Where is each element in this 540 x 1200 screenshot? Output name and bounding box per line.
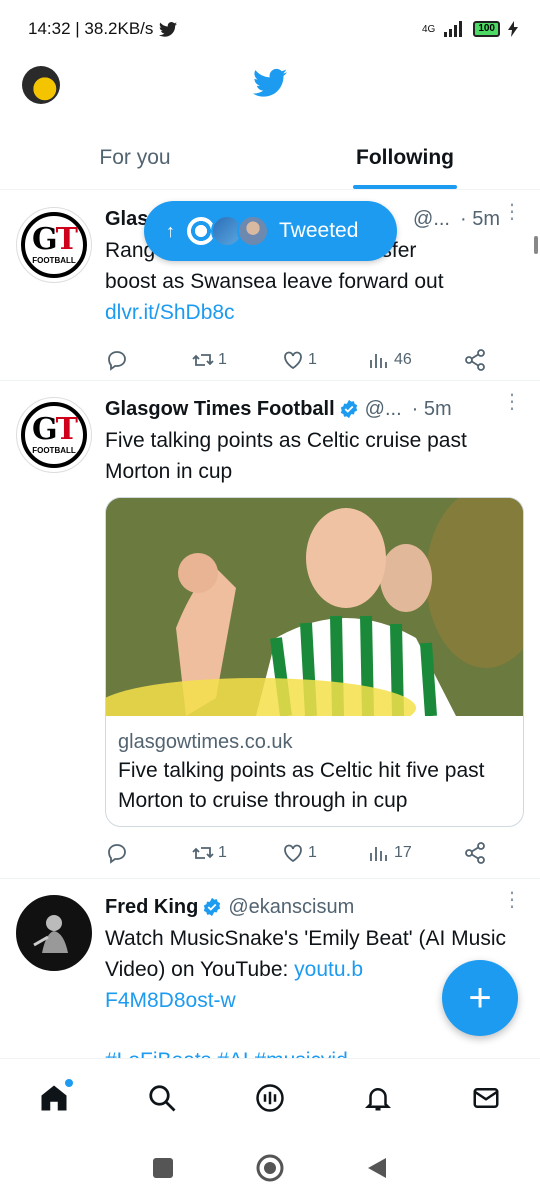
views-button[interactable]: 46: [367, 348, 463, 372]
views-count: 17: [394, 844, 412, 861]
notification-dot: [65, 1078, 73, 1087]
messages-icon: [473, 1087, 499, 1108]
pill-avatar: [237, 215, 269, 247]
reply-button[interactable]: [105, 348, 191, 372]
tweet-avatar[interactable]: GT FOOTBALL: [16, 397, 92, 473]
search-icon: [149, 1084, 176, 1111]
plus-icon: +: [468, 975, 492, 1020]
tweet-link[interactable]: youtu.b: [294, 958, 363, 981]
tweet-author-name[interactable]: Glas: [105, 208, 148, 231]
system-nav-bar: [0, 1136, 540, 1200]
spaces-icon: [256, 1083, 284, 1112]
tweet-time[interactable]: · 5m: [460, 208, 500, 231]
tweet-handle[interactable]: @...: [413, 208, 450, 231]
status-time-speed: 14:32 | 38.2KB/s: [28, 19, 154, 38]
more-options-icon[interactable]: ⋮: [502, 202, 522, 222]
nav-notifications[interactable]: [351, 1071, 405, 1125]
verified-badge-icon: [204, 897, 221, 917]
twitter-status-icon: [159, 21, 178, 37]
share-button[interactable]: [463, 841, 487, 865]
square-icon: [153, 1158, 174, 1178]
tweet-text: Five talking points as Celtic cruise pas…: [105, 429, 467, 483]
signal-icon: [444, 21, 463, 37]
nav-spaces[interactable]: [243, 1071, 297, 1125]
link-card[interactable]: glasgowtimes.co.uk Five talking points a…: [105, 497, 524, 827]
share-icon: [465, 842, 485, 864]
status-bar: 14:32 | 38.2KB/s 4G 100: [0, 0, 540, 58]
like-count: 1: [308, 844, 317, 861]
reply-button[interactable]: [105, 841, 191, 865]
charging-icon: [508, 21, 518, 37]
notifications-icon: [364, 1087, 392, 1110]
like-button[interactable]: 1: [281, 841, 367, 865]
tweet-actions: 1 1 46: [105, 340, 522, 380]
back-triangle-icon: [367, 1158, 386, 1178]
tab-label: For you: [99, 145, 171, 169]
retweet-count: 1: [218, 351, 227, 368]
bottom-nav: [0, 1058, 540, 1136]
views-icon: [370, 847, 387, 861]
views-count: 46: [394, 351, 412, 368]
reply-icon: [108, 844, 126, 864]
tab-following[interactable]: Following: [270, 126, 540, 189]
timeline-tabs: For you Following: [0, 126, 540, 190]
fred-king-avatar: [33, 915, 68, 953]
nav-search[interactable]: [135, 1071, 189, 1125]
circle-icon: [256, 1154, 284, 1182]
back-button[interactable]: [357, 1148, 397, 1188]
tab-label: Following: [356, 145, 454, 169]
gt-football-logo: GT FOOTBALL: [21, 402, 87, 468]
views-icon: [370, 354, 387, 368]
heart-icon: [284, 844, 302, 863]
like-button[interactable]: 1: [281, 348, 367, 372]
tweet-link[interactable]: dlvr.it/ShDb8c: [105, 301, 235, 324]
nav-messages[interactable]: [459, 1071, 513, 1125]
battery-indicator: 100: [473, 21, 500, 37]
new-tweets-label: Tweeted: [279, 219, 359, 242]
gt-football-logo: GT FOOTBALL: [21, 212, 87, 278]
tweet[interactable]: GT FOOTBALL Glasgow Times Football @... …: [0, 381, 540, 879]
nav-home[interactable]: [27, 1071, 81, 1125]
active-tab-indicator: [353, 185, 457, 189]
views-button[interactable]: 17: [367, 841, 463, 865]
retweet-icon: [192, 354, 214, 366]
card-title: Five talking points as Celtic hit five p…: [118, 759, 485, 812]
home-system-button[interactable]: [250, 1148, 290, 1188]
share-icon: [465, 349, 485, 371]
verified-badge-icon: [340, 399, 357, 419]
tweet-actions: 1 1 17: [105, 833, 522, 873]
retweet-button[interactable]: 1: [191, 841, 281, 865]
retweet-icon: [192, 847, 214, 859]
tab-for-you[interactable]: For you: [0, 126, 270, 189]
tweet-handle[interactable]: @...: [365, 398, 402, 421]
tweet-author-name[interactable]: Glasgow Times Football: [105, 398, 335, 421]
arrow-up-icon: ↑: [166, 220, 175, 241]
recent-apps-button[interactable]: [143, 1148, 183, 1188]
card-domain: glasgowtimes.co.uk: [118, 731, 293, 753]
tweet-author-name[interactable]: Fred King: [105, 896, 198, 919]
more-options-icon[interactable]: ⋮: [502, 392, 522, 412]
tweet-handle[interactable]: @ekanscisum: [228, 896, 354, 919]
card-photo: [106, 498, 523, 716]
tweet-avatar[interactable]: [16, 895, 92, 971]
new-tweets-pill[interactable]: ↑ Tweeted: [144, 201, 397, 261]
share-button[interactable]: [463, 348, 487, 372]
compose-tweet-button[interactable]: +: [442, 960, 518, 1036]
tweet-link[interactable]: F4M8D8ost-w: [105, 989, 236, 1012]
retweet-count: 1: [218, 844, 227, 861]
tweet-hashtags[interactable]: #LoFiBeats #AI #musicvid: [105, 1046, 348, 1058]
more-options-icon[interactable]: ⋮: [502, 890, 522, 910]
home-icon: [41, 1085, 67, 1110]
like-count: 1: [308, 351, 317, 368]
tweet-time[interactable]: · 5m: [412, 398, 452, 421]
profile-avatar[interactable]: [22, 66, 60, 104]
heart-icon: [284, 351, 302, 370]
retweet-button[interactable]: 1: [191, 348, 281, 372]
tweet-avatar[interactable]: GT FOOTBALL: [16, 207, 92, 283]
reply-icon: [108, 351, 126, 371]
twitter-logo-icon[interactable]: [253, 68, 287, 98]
network-label: 4G: [421, 23, 436, 35]
card-image: [106, 498, 523, 716]
app-header: [0, 58, 540, 120]
